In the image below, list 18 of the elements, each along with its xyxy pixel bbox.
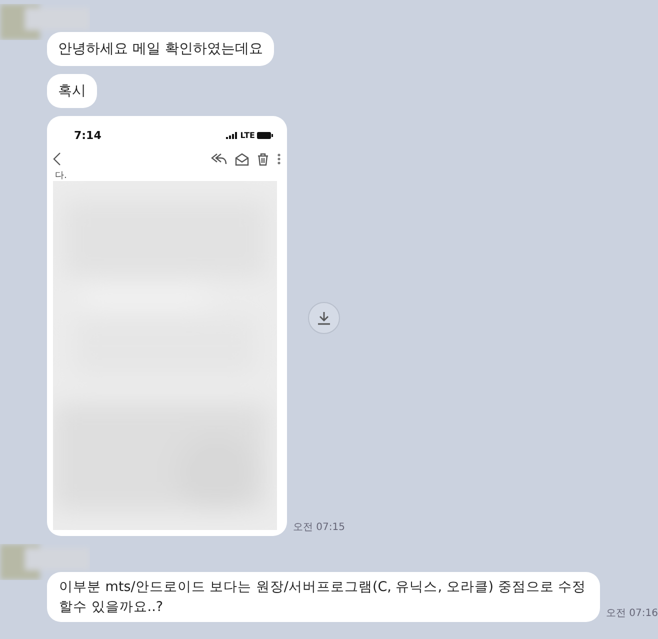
download-icon (317, 311, 331, 325)
battery-icon (257, 132, 273, 138)
back-icon (53, 152, 61, 166)
network-label: LTE (240, 130, 255, 140)
email-text: 다. (54, 172, 68, 181)
status-time: 7:14 (74, 128, 102, 142)
reply-all-icon (211, 153, 227, 165)
message-bubble: 혹시 (47, 74, 97, 108)
message-bubble: 안녕하세요 메일 확인하였는데요 (47, 32, 274, 66)
message-time: 오전 07:15 (293, 521, 345, 535)
signal-icon (226, 132, 238, 138)
envelope-icon (235, 152, 249, 166)
more-icon (277, 153, 281, 165)
phone-screenshot[interactable]: 7:14 LTE 다. (47, 116, 287, 536)
trash-icon (257, 152, 269, 166)
message-time: 오전 07:16 (606, 607, 658, 621)
message-bubble: 이부분 mts/안드로이드 보다는 원장/서버프로그램(C, 유닉스, 오라클) 중점으로 수정할수 있을까요..? (47, 572, 600, 622)
download-button[interactable] (308, 302, 340, 334)
